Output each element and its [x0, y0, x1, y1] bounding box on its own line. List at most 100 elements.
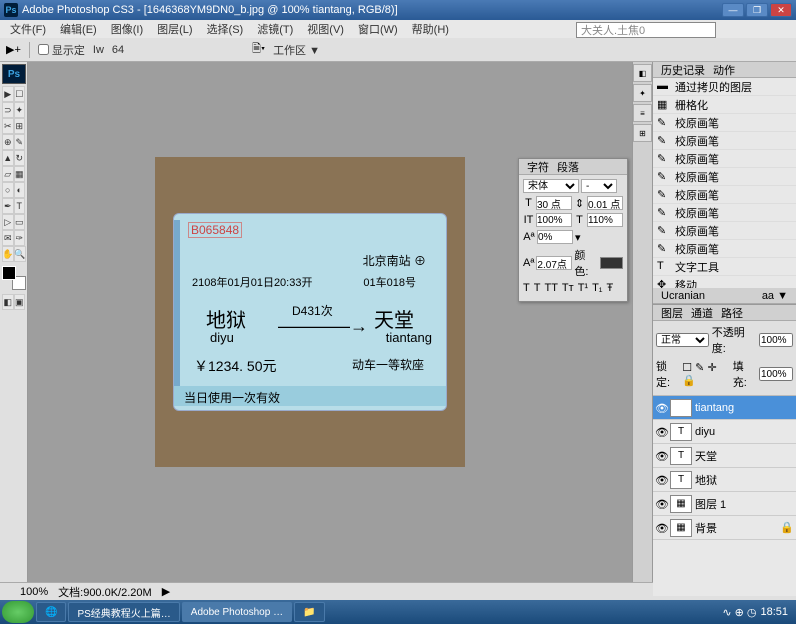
history-item[interactable]: ✎校原画笔	[653, 240, 796, 258]
eraser-tool[interactable]: ▱	[2, 166, 14, 182]
vscale-input[interactable]	[587, 213, 623, 227]
menu-help[interactable]: 帮助(H)	[406, 20, 455, 38]
bold-btn[interactable]: T	[523, 282, 530, 294]
quickmask-tool[interactable]: ◧	[2, 294, 14, 310]
pen-tool[interactable]: ✒	[2, 198, 14, 214]
history-item[interactable]: ✎校原画笔	[653, 186, 796, 204]
aa-tracking-input[interactable]	[536, 256, 572, 270]
slice-tool[interactable]: ⊞	[14, 118, 26, 134]
workspace-dropdown[interactable]: 工作区 ▼	[273, 42, 320, 58]
history-item[interactable]: ✎校原画笔	[653, 204, 796, 222]
marquee-tool[interactable]: ☐	[14, 86, 26, 102]
history-item[interactable]: ✎校原画笔	[653, 132, 796, 150]
blur-tool[interactable]: ○	[2, 182, 14, 198]
tab-paragraph[interactable]: 段落	[553, 159, 583, 175]
doc-size: 文档:900.0K/2.20M	[58, 584, 152, 600]
move-tool[interactable]: ▶	[2, 86, 14, 102]
history-item[interactable]: ✎校原画笔	[653, 114, 796, 132]
menu-window[interactable]: 窗口(W)	[352, 20, 404, 38]
taskbar-item[interactable]: PS经典教程火上篇…	[68, 602, 179, 622]
lasso-tool[interactable]: ⊃	[2, 102, 14, 118]
heal-tool[interactable]: ⊕	[2, 134, 14, 150]
history-item[interactable]: ✎校原画笔	[653, 150, 796, 168]
taskbar-item[interactable]: 🌐	[36, 602, 66, 622]
layer-item[interactable]: 👁Ttiantang	[653, 396, 796, 420]
dock-icon[interactable]: ⊞	[633, 124, 652, 142]
wand-tool[interactable]: ✦	[14, 102, 26, 118]
dock-icon[interactable]: ✦	[633, 84, 652, 102]
small-btn[interactable]: Tт	[562, 282, 574, 294]
canvas[interactable]: B065848 北京南站 ⊕ 2108年01月01日20:33开 01车018号…	[28, 62, 632, 582]
layer-item[interactable]: 👁▦背景🔒	[653, 516, 796, 540]
history-item[interactable]: ▦栅格化	[653, 96, 796, 114]
layer-item[interactable]: 👁T地狱	[653, 468, 796, 492]
maximize-button[interactable]: ❐	[746, 3, 768, 17]
menu-image[interactable]: 图像(I)	[105, 20, 149, 38]
dodge-tool[interactable]: ◐	[14, 182, 26, 198]
color-swatch[interactable]	[600, 257, 623, 269]
system-tray[interactable]: ∿ ⊕ ◷18:51	[722, 606, 794, 619]
color-swatch[interactable]	[2, 266, 26, 290]
aa-select[interactable]: aa ▼	[758, 290, 792, 302]
taskbar-item[interactable]: Adobe Photoshop …	[182, 602, 292, 622]
tab-paths[interactable]: 路径	[717, 305, 747, 321]
screenmode-tool[interactable]: ▣	[14, 294, 26, 310]
sub-btn[interactable]: T₁	[592, 282, 602, 294]
opacity-input[interactable]	[759, 333, 793, 347]
show-bounds-checkbox[interactable]: 显示定	[38, 42, 85, 58]
zoom-tool[interactable]: 🔍	[14, 246, 26, 262]
sup-btn[interactable]: T¹	[578, 282, 588, 294]
size-input[interactable]	[536, 196, 572, 210]
tab-channels[interactable]: 通道	[687, 305, 717, 321]
menu-edit[interactable]: 编辑(E)	[54, 20, 103, 38]
search-input[interactable]: 大关人.土焦0	[576, 22, 716, 38]
type-tool[interactable]: T	[14, 198, 26, 214]
stamp-tool[interactable]: ▲	[2, 150, 14, 166]
font-select[interactable]: 宋体	[523, 179, 579, 193]
hand-tool[interactable]: ✋	[2, 246, 14, 262]
dock-icon[interactable]: ◧	[633, 64, 652, 82]
italic-btn[interactable]: T	[534, 282, 541, 294]
history-brush-tool[interactable]: ↻	[14, 150, 26, 166]
layer-item[interactable]: 👁T天堂	[653, 444, 796, 468]
crop-tool[interactable]: ✂	[2, 118, 14, 134]
gradient-tool[interactable]: ▦	[14, 166, 26, 182]
caps-btn[interactable]: TT	[544, 282, 557, 294]
taskbar-item[interactable]: 📁	[294, 602, 324, 622]
baseline-input[interactable]	[537, 230, 573, 244]
menu-layer[interactable]: 图层(L)	[151, 20, 198, 38]
close-button[interactable]: ✕	[770, 3, 792, 17]
history-item[interactable]: T文字工具	[653, 258, 796, 276]
tab-actions[interactable]: 动作	[709, 62, 739, 78]
shape-tool[interactable]: ▭	[14, 214, 26, 230]
style-select[interactable]: -	[581, 179, 617, 193]
minimize-button[interactable]: —	[722, 3, 744, 17]
leading-input[interactable]	[587, 196, 623, 210]
eyedrop-tool[interactable]: ✑	[14, 230, 26, 246]
zoom-value[interactable]: 100%	[20, 586, 48, 598]
lang-select[interactable]: Ucranian	[657, 290, 709, 302]
history-item[interactable]: ✎校原画笔	[653, 168, 796, 186]
tab-layers[interactable]: 图层	[657, 305, 687, 321]
fill-input[interactable]	[759, 367, 793, 381]
tracking-input[interactable]	[536, 213, 572, 227]
menu-filter[interactable]: 滤镜(T)	[251, 20, 299, 38]
strike-btn[interactable]: Ŧ	[607, 282, 614, 294]
notes-tool[interactable]: ✉	[2, 230, 14, 246]
brush-tool[interactable]: ✎	[14, 134, 26, 150]
menu-select[interactable]: 选择(S)	[201, 20, 250, 38]
lock-icons[interactable]: ☐ ✎ ✛ 🔒	[682, 361, 729, 387]
tab-history[interactable]: 历史记录	[657, 62, 709, 78]
layer-item[interactable]: 👁▦图层 1	[653, 492, 796, 516]
start-button[interactable]	[2, 601, 34, 623]
tab-character[interactable]: 字符	[523, 159, 553, 175]
menu-view[interactable]: 视图(V)	[301, 20, 350, 38]
blend-mode-select[interactable]: 正常	[656, 333, 709, 347]
layer-item[interactable]: 👁Tdiyu	[653, 420, 796, 444]
dock-icon[interactable]: ≡	[633, 104, 652, 122]
history-item[interactable]: ✥移动	[653, 276, 796, 288]
menu-file[interactable]: 文件(F)	[4, 20, 52, 38]
path-tool[interactable]: ▷	[2, 214, 14, 230]
history-item[interactable]: ▬通过拷贝的图层	[653, 78, 796, 96]
history-item[interactable]: ✎校原画笔	[653, 222, 796, 240]
